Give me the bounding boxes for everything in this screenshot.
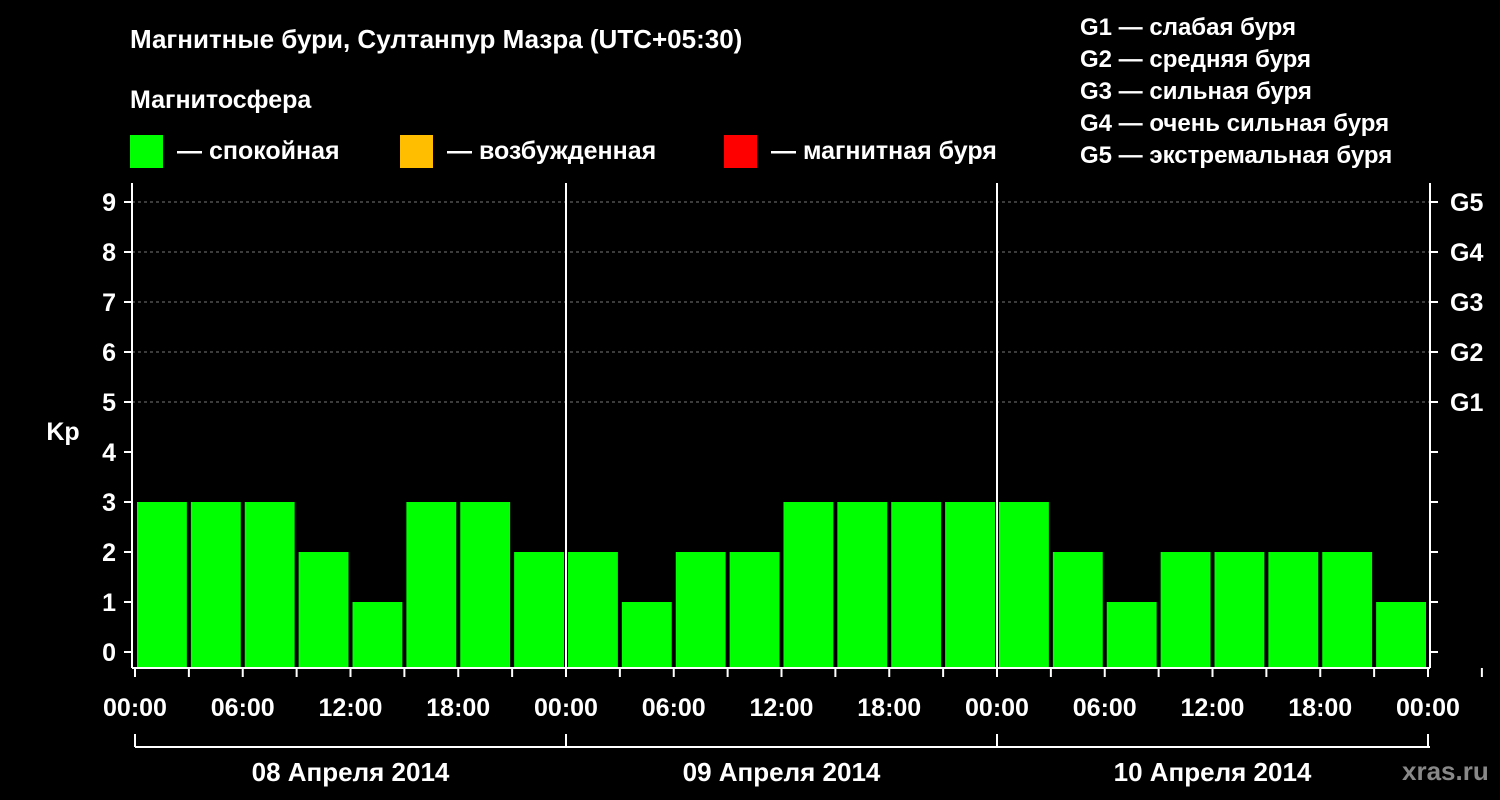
kp-bar	[729, 552, 780, 668]
kp-bar	[1160, 552, 1211, 668]
kp-bar	[568, 552, 618, 668]
kp-bar	[621, 602, 672, 668]
y-axis-label: Kp	[46, 418, 79, 446]
x-tick-label: 06:00	[1073, 694, 1137, 722]
kp-bar	[137, 502, 187, 668]
kp-bar	[190, 502, 241, 668]
y-tick-label: 8	[102, 239, 116, 267]
kp-bar	[352, 602, 403, 668]
y-tick-label: 7	[102, 289, 116, 317]
day-label: 10 Апреля 2014	[1114, 757, 1312, 787]
g-tick-label: G5	[1450, 189, 1483, 217]
day-label: 08 Апреля 2014	[252, 757, 450, 787]
kp-bar	[514, 552, 564, 668]
kp-chart: 0 1 2 3 4 5 6 7 8 9 G1 G2 G3 G4 G5 Kp 00:00 06:00 12:00 18:…	[46, 183, 1483, 787]
g-tick-label: G3	[1450, 289, 1483, 317]
x-tick-label: 12:00	[1181, 694, 1245, 722]
x-tick-label: 00:00	[103, 694, 167, 722]
y-tick-label: 0	[102, 639, 116, 667]
x-tick-label: 18:00	[426, 694, 490, 722]
kp-bar	[1322, 552, 1373, 668]
kp-bar	[1052, 552, 1103, 668]
x-tick-label: 00:00	[1396, 694, 1460, 722]
kp-bar	[1214, 552, 1265, 668]
x-tick-label: 00:00	[965, 694, 1029, 722]
kp-bar	[783, 502, 834, 668]
kp-bar	[891, 502, 942, 668]
y-tick-label: 3	[102, 489, 116, 517]
kp-bar	[244, 502, 295, 668]
kp-bar	[460, 502, 511, 668]
x-tick-label: 18:00	[857, 694, 921, 722]
x-tick-label: 18:00	[1288, 694, 1352, 722]
kp-bar	[406, 502, 457, 668]
kp-bar	[1106, 602, 1157, 668]
g-tick-label: G2	[1450, 339, 1483, 367]
watermark: xras.ru	[1402, 756, 1489, 786]
kp-bar	[837, 502, 888, 668]
x-tick-label: 06:00	[642, 694, 706, 722]
kp-bar	[945, 502, 995, 668]
x-tick-label: 12:00	[750, 694, 814, 722]
x-tick-label: 00:00	[534, 694, 598, 722]
kp-bar	[298, 552, 349, 668]
y-tick-label: 5	[102, 389, 116, 417]
kp-bar	[999, 502, 1049, 668]
g-tick-label: G4	[1450, 239, 1483, 267]
y-tick-label: 1	[102, 589, 116, 617]
kp-bar	[675, 552, 726, 668]
day-label: 09 Апреля 2014	[683, 757, 881, 787]
g-tick-label: G1	[1450, 389, 1483, 417]
kp-bar	[1268, 552, 1319, 668]
x-tick-label: 06:00	[211, 694, 275, 722]
y-tick-label: 2	[102, 539, 116, 567]
y-tick-label: 4	[102, 439, 116, 467]
y-tick-label: 6	[102, 339, 116, 367]
y-tick-label: 9	[102, 189, 116, 217]
x-tick-label: 12:00	[319, 694, 383, 722]
kp-bar	[1376, 602, 1426, 668]
